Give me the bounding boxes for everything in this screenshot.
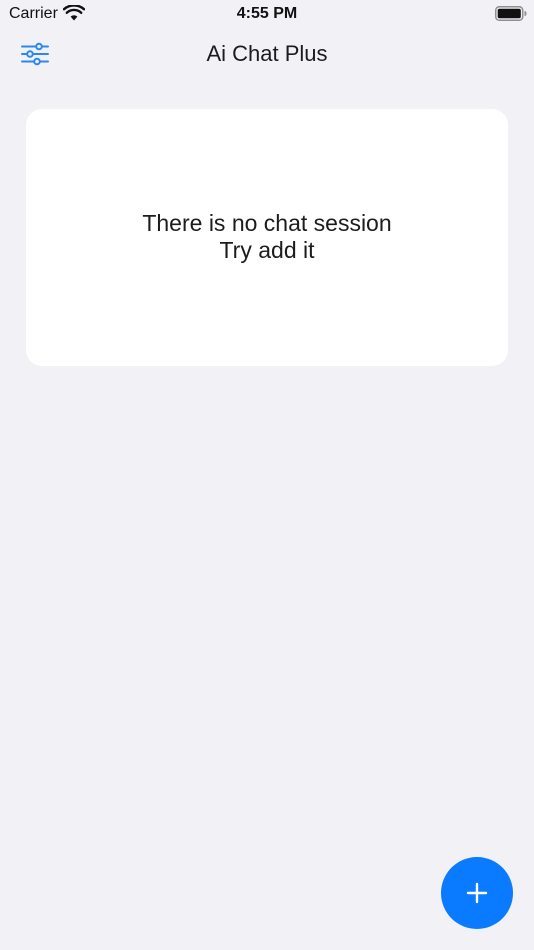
add-chat-session-button[interactable] <box>441 857 513 929</box>
plus-icon <box>466 882 488 904</box>
empty-state-card: There is no chat session Try add it <box>26 109 508 366</box>
empty-state-line-2: Try add it <box>219 237 315 263</box>
empty-state-line-1: There is no chat session <box>142 210 392 236</box>
empty-state-message: There is no chat session Try add it <box>26 210 508 264</box>
battery-full-icon <box>495 6 527 21</box>
status-bar: Carrier 4:55 PM <box>0 0 534 28</box>
status-time: 4:55 PM <box>236 5 298 22</box>
navigation-bar: Ai Chat Plus <box>0 28 534 80</box>
page-title: Ai Chat Plus <box>206 41 328 66</box>
